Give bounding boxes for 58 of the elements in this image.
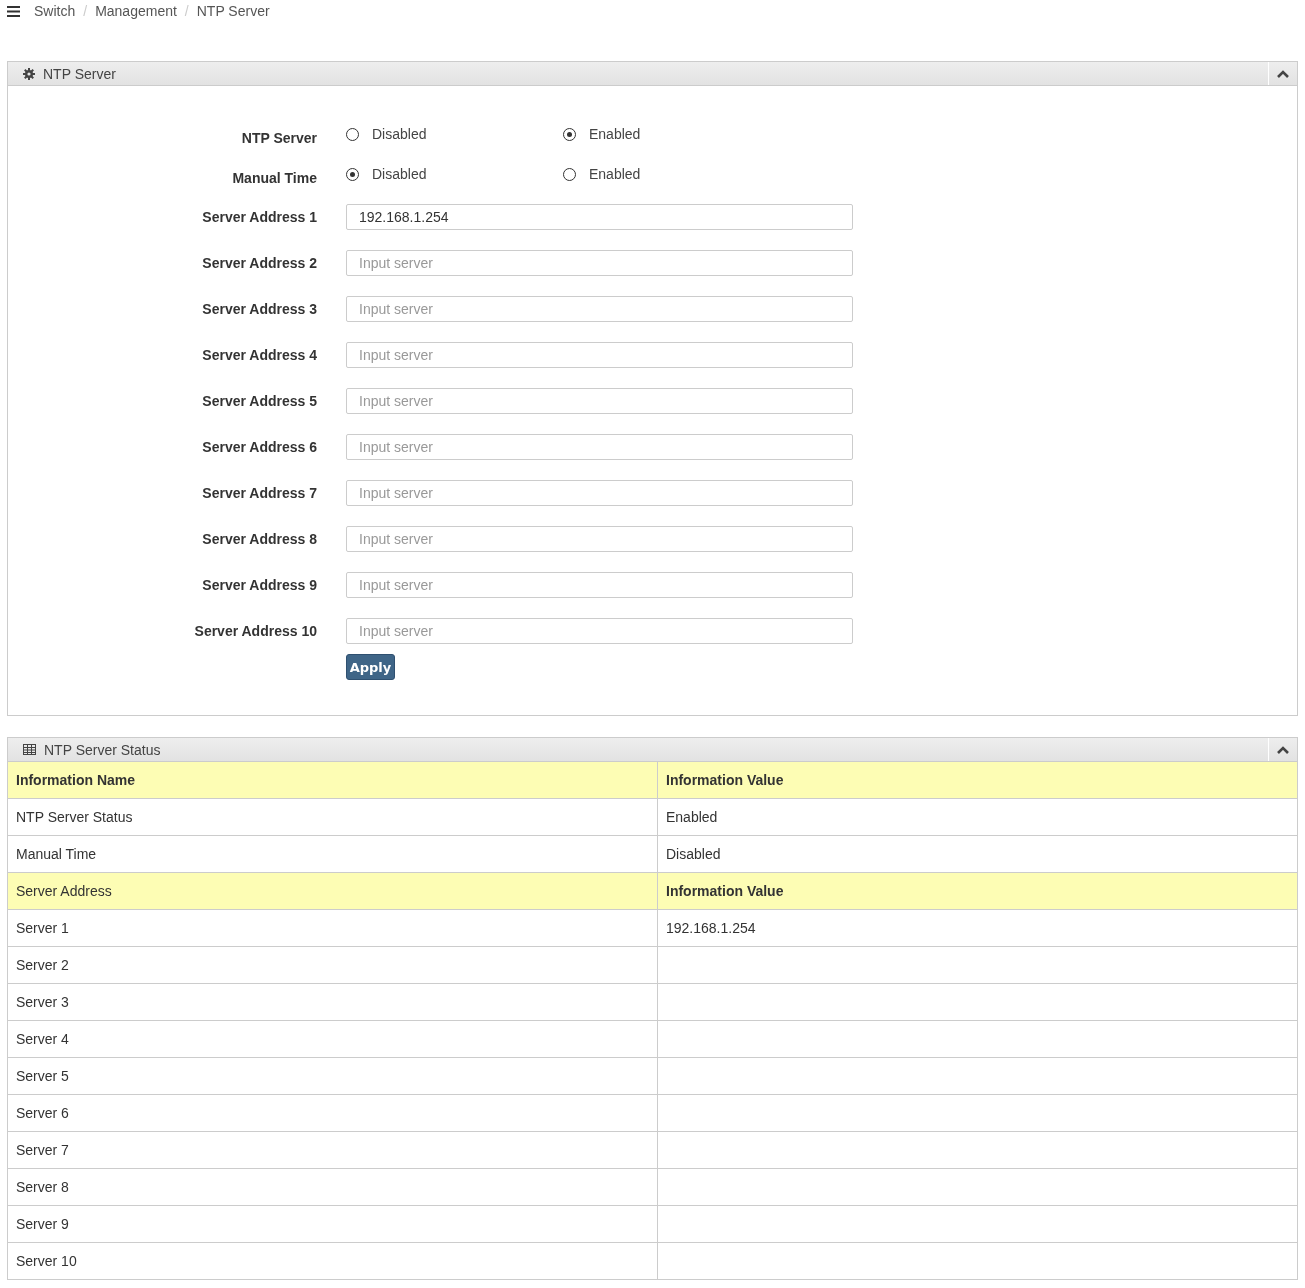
server-address-field[interactable]: Input server [346, 618, 853, 644]
breadcrumb-separator: / [83, 3, 88, 19]
breadcrumb-item[interactable]: Management [95, 3, 177, 19]
breadcrumb-item[interactable]: Switch [34, 3, 76, 19]
field-label: Server Address 1 [201, 209, 317, 225]
panel-title: NTP Server Status [44, 741, 161, 758]
table-cell-text: Server 6 [15, 1104, 70, 1123]
table-cell: 192.168.1.254 [657, 910, 1297, 946]
field-label: NTP Server [240, 129, 317, 146]
header-cell: Information Value [657, 873, 1297, 909]
header-cell-text: Information Name [15, 771, 136, 790]
header-cell-text: Server Address [15, 882, 113, 901]
field-label: Server Address 10 [193, 623, 317, 639]
table-cell-text: Server 2 [15, 956, 70, 975]
field-label: Server Address 4 [201, 347, 317, 363]
collapse-chevron-icon[interactable] [1277, 745, 1289, 754]
gear-icon [23, 67, 35, 80]
table-cell-text: Manual Time [15, 845, 98, 864]
server-address-field[interactable]: Input server [346, 572, 853, 598]
table-cell-text: Server 5 [15, 1067, 70, 1086]
field-label: Server Address 2 [201, 255, 317, 271]
server-address-field[interactable]: Input server [346, 434, 853, 460]
panel-title: NTP Server [43, 65, 116, 82]
field-label: Server Address 6 [201, 439, 317, 455]
breadcrumb-separator: / [184, 3, 189, 19]
table-cell-text: NTP Server Status [15, 808, 134, 827]
radio-option[interactable]: Disabled [346, 126, 563, 142]
table-icon [23, 744, 36, 755]
table-cell-text: Server 7 [15, 1141, 70, 1160]
server-address-field[interactable]: 192.168.1.254 [346, 204, 853, 230]
radio-option[interactable]: Enabled [563, 126, 780, 142]
radio-option[interactable]: Enabled [563, 166, 780, 182]
field-label: Server Address 7 [201, 485, 317, 501]
field-label: Server Address 8 [201, 531, 317, 547]
server-address-field[interactable]: Input server [346, 480, 853, 506]
server-address-field[interactable]: Input server [346, 342, 853, 368]
server-address-field[interactable]: Input server [346, 250, 853, 276]
table-cell: Disabled [657, 836, 1297, 872]
table-cell: Enabled [657, 799, 1297, 835]
server-address-field[interactable]: Input server [346, 388, 853, 414]
table-cell-text: Server 4 [15, 1030, 70, 1049]
collapse-chevron-icon[interactable] [1277, 69, 1289, 78]
field-label: Server Address 5 [201, 393, 317, 409]
radio-option[interactable]: Disabled [346, 166, 563, 182]
table-cell-text: Server 3 [15, 993, 70, 1012]
breadcrumb-item: NTP Server [196, 3, 270, 19]
menu-icon[interactable] [7, 5, 20, 17]
server-address-field[interactable]: Input server [346, 296, 853, 322]
table-cell-text: Server 1 [15, 919, 70, 938]
field-label: Manual Time [231, 169, 317, 186]
apply-button[interactable]: Apply [346, 654, 395, 680]
table-cell-text: Server 8 [15, 1178, 70, 1197]
header-cell: Information Value [657, 762, 1297, 798]
field-label: Server Address 9 [201, 577, 317, 593]
table-cell-text: Server 9 [15, 1215, 70, 1234]
server-address-field[interactable]: Input server [346, 526, 853, 552]
field-label: Server Address 3 [201, 301, 317, 317]
table-cell-text: Server 10 [15, 1252, 78, 1271]
